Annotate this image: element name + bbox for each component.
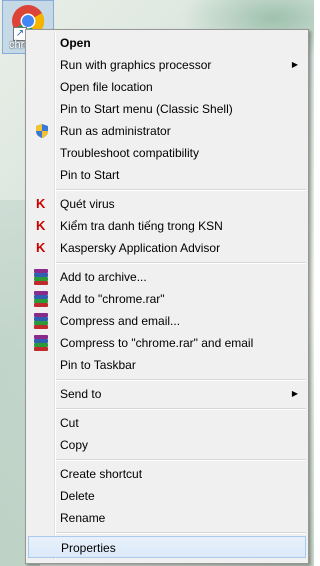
menu-separator [56,408,306,410]
uac-shield-icon [36,124,48,138]
menu-item-troubleshoot-compatibility[interactable]: Troubleshoot compatibility [28,142,306,164]
menu-item-cut[interactable]: Cut [28,412,306,434]
menu-item-pin-to-start[interactable]: Pin to Start [28,164,306,186]
menu-item-label: Open file location [60,80,153,94]
menu-item-label: Properties [61,541,116,555]
menu-item-open-file-location[interactable]: Open file location [28,76,306,98]
menu-item-label: Add to archive... [60,270,147,284]
winrar-icon [33,269,49,285]
menu-item-label: Rename [60,511,106,525]
menu-item-kaspersky-application-advisor[interactable]: K Kaspersky Application Advisor [28,237,306,259]
menu-item-label: Pin to Start [60,168,120,182]
menu-item-properties[interactable]: Properties [28,536,306,558]
context-menu: Open Run with graphics processor ▶ Open fil… [25,29,309,564]
menu-item-label: Send to [60,387,102,401]
menu-item-delete[interactable]: Delete [28,485,306,507]
submenu-arrow-icon: ▶ [291,389,298,398]
menu-item-create-shortcut[interactable]: Create shortcut [28,463,306,485]
menu-item-label: Troubleshoot compatibility [60,146,199,160]
menu-item-pin-to-taskbar[interactable]: Pin to Taskbar [28,354,306,376]
winrar-icon [33,335,49,351]
menu-separator [56,379,306,381]
menu-item-qu-t-virus[interactable]: K Quét virus [28,193,306,215]
menu-item-label: Copy [60,438,89,452]
winrar-icon [33,291,49,307]
submenu-arrow-icon: ▶ [291,60,298,69]
kaspersky-icon: K [36,240,46,255]
menu-item-label: Cut [60,416,79,430]
menu-item-rename[interactable]: Rename [28,507,306,529]
menu-separator [56,459,306,461]
menu-item-pin-to-start-menu-classic-shell[interactable]: Pin to Start menu (Classic Shell) [28,98,306,120]
menu-item-add-to-archive[interactable]: Add to archive... [28,266,306,288]
menu-item-compress-to-chrome-rar-and-email[interactable]: Compress to "chrome.rar" and email [28,332,306,354]
menu-item-ki-m-tra-danh-ti-ng-trong-ksn[interactable]: K Kiểm tra danh tiếng trong KSN [28,215,306,237]
menu-item-send-to[interactable]: Send to ▶ [28,383,306,405]
menu-item-label: Pin to Start menu (Classic Shell) [60,102,233,116]
menu-item-label: Add to "chrome.rar" [60,292,165,306]
menu-item-run-as-administrator[interactable]: Run as administrator [28,120,306,142]
menu-item-label: Compress and email... [60,314,181,328]
menu-separator [56,532,306,534]
menu-item-copy[interactable]: Copy [28,434,306,456]
menu-item-add-to-chrome-rar[interactable]: Add to "chrome.rar" [28,288,306,310]
menu-item-label: Pin to Taskbar [60,358,136,372]
menu-item-run-with-graphics-processor[interactable]: Run with graphics processor ▶ [28,54,306,76]
menu-item-label: Run as administrator [60,124,171,138]
kaspersky-icon: K [36,196,46,211]
winrar-icon [33,313,49,329]
menu-separator [56,189,306,191]
menu-item-compress-and-email[interactable]: Compress and email... [28,310,306,332]
menu-item-label: Kiểm tra danh tiếng trong KSN [60,219,223,233]
menu-item-label: Compress to "chrome.rar" and email [60,336,254,350]
menu-item-label: Kaspersky Application Advisor [60,241,221,255]
menu-item-label: Run with graphics processor [60,58,212,72]
menu-item-label: Delete [60,489,95,503]
menu-item-open[interactable]: Open [28,32,306,54]
menu-item-label: Open [60,36,91,50]
kaspersky-icon: K [36,218,46,233]
menu-item-label: Quét virus [60,197,115,211]
menu-item-label: Create shortcut [60,467,143,481]
menu-separator [56,262,306,264]
